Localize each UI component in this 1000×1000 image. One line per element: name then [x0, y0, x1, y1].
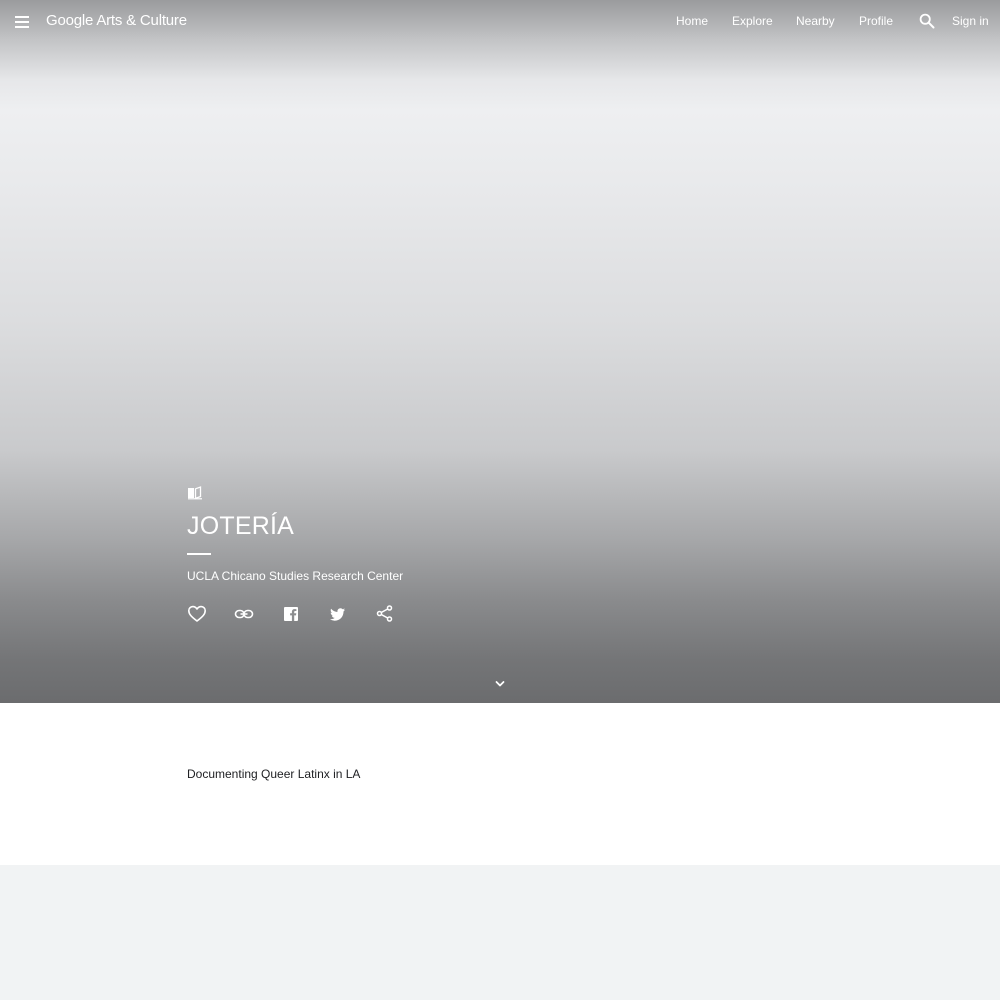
sign-in-link[interactable]: Sign in	[952, 14, 989, 28]
chevron-down-icon[interactable]	[493, 677, 507, 691]
heart-icon[interactable]	[187, 604, 207, 624]
story-description: Documenting Queer Latinx in LA	[187, 767, 361, 781]
logo-product: Arts & Culture	[96, 12, 187, 29]
book-open-icon	[187, 486, 203, 500]
logo-brand: Google	[46, 12, 94, 29]
nav-profile[interactable]: Profile	[859, 14, 893, 28]
hero-banner: Google Arts & Culture Home Explore Nearb…	[0, 0, 1000, 703]
top-bar: Google Arts & Culture Home Explore Nearb…	[0, 0, 1000, 44]
nav-nearby[interactable]: Nearby	[796, 14, 835, 28]
title-divider	[187, 553, 211, 555]
facebook-icon[interactable]	[281, 604, 301, 624]
story-intro-section: Documenting Queer Latinx in LA	[0, 703, 1000, 865]
logo[interactable]: Google Arts & Culture	[46, 12, 187, 29]
nav-home[interactable]: Home	[676, 14, 708, 28]
page-background-area	[0, 865, 1000, 1000]
search-icon[interactable]	[918, 12, 936, 30]
menu-icon[interactable]	[12, 12, 32, 32]
link-icon[interactable]	[234, 604, 254, 624]
share-icon[interactable]	[375, 604, 395, 624]
twitter-icon[interactable]	[328, 604, 348, 624]
story-title: JOTERÍA	[187, 512, 294, 540]
nav-explore[interactable]: Explore	[732, 14, 773, 28]
story-subtitle[interactable]: UCLA Chicano Studies Research Center	[187, 569, 403, 583]
